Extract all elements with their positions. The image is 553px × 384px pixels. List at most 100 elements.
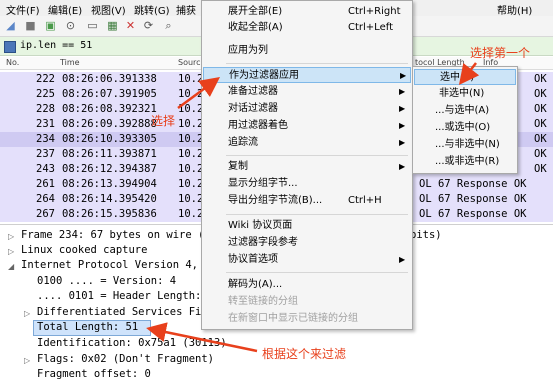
- menu-view[interactable]: 视图(V): [91, 2, 126, 17]
- packet-info: ОК: [534, 133, 547, 145]
- packet-time: 08:26:14.395420: [62, 193, 157, 205]
- menu-filter-field-reference[interactable]: 过滤器字段参考: [202, 235, 412, 251]
- detail-version[interactable]: 0100 .... = Version: 4: [37, 274, 176, 289]
- menu-show-linked-packet-new-window: 在新窗口中显示已链接的分组: [228, 313, 358, 324]
- submenu-arrow-icon: ▶: [399, 121, 406, 130]
- menu-export-packet-bytes[interactable]: 导出分组字节流(B)... Ctrl+H: [202, 193, 412, 209]
- expand-triangle-icon[interactable]: ▷: [8, 232, 14, 241]
- expand-triangle-icon[interactable]: ▷: [8, 247, 14, 256]
- submenu-or-selected[interactable]: ...或选中(O): [413, 120, 517, 136]
- packet-info: OL 67 Response OK: [419, 193, 527, 205]
- detail-frame[interactable]: Frame 234: 67 bytes on wire (: [21, 228, 204, 243]
- detail-ipv4[interactable]: Internet Protocol Version 4,: [21, 258, 198, 273]
- reload-icon[interactable]: ⟳: [142, 19, 155, 32]
- packet-source: 10.2: [178, 163, 204, 175]
- detail-fragment-offset[interactable]: Fragment offset: 0: [37, 367, 151, 382]
- annotation-filter-by-this: 根据这个来过滤: [262, 347, 347, 361]
- packet-source: 10.2: [178, 88, 204, 100]
- menu-apply-as-column[interactable]: 应用为列: [202, 43, 412, 59]
- column-header-source[interactable]: Sourc: [178, 58, 201, 67]
- stop-icon[interactable]: ■: [24, 19, 37, 32]
- detail-flags[interactable]: Flags: 0x02 (Don't Fragment): [37, 352, 214, 367]
- submenu-selected[interactable]: 选中(S): [414, 69, 516, 85]
- menu-file[interactable]: 文件(F): [6, 2, 40, 17]
- restart-icon[interactable]: ▣: [44, 19, 57, 32]
- menu-decode-as[interactable]: 解码为(A)...: [202, 277, 412, 293]
- options-icon[interactable]: ⊙: [64, 19, 77, 32]
- menu-separator: [226, 272, 408, 273]
- menu-edit[interactable]: 编辑(E): [48, 2, 82, 17]
- column-header-time[interactable]: Time: [60, 58, 80, 67]
- packet-time: 08:26:13.394904: [62, 178, 157, 190]
- packet-no: 222: [36, 73, 55, 85]
- apply-as-filter-submenu: 选中(S) 非选中(N) ...与选中(A) ...或选中(O) ...与非选中…: [412, 66, 518, 174]
- context-menu: 展开全部(E) Ctrl+Right 收起全部(A) Ctrl+Left 应用为…: [201, 0, 413, 330]
- packet-source: 10.2: [178, 133, 204, 145]
- detail-identification[interactable]: Identification: 0x75a1 (30113): [37, 336, 227, 351]
- packet-no: 228: [36, 103, 55, 115]
- menu-conversation-filter[interactable]: 对话过滤器 ▶: [202, 101, 412, 117]
- packet-source: 10.2: [178, 208, 204, 220]
- submenu-arrow-icon: ▶: [399, 162, 406, 171]
- submenu-arrow-icon: ▶: [399, 104, 406, 113]
- menu-show-packet-bytes[interactable]: 显示分组字节...: [202, 176, 412, 192]
- detail-total-length[interactable]: Total Length: 51: [37, 320, 138, 335]
- packet-time: 08:26:08.392321: [62, 103, 157, 115]
- packet-no: 231: [36, 118, 55, 130]
- packet-no: 237: [36, 148, 55, 160]
- menu-collapse-all[interactable]: 收起全部(A) Ctrl+Left: [202, 20, 412, 36]
- detail-linux-cooked[interactable]: Linux cooked capture: [21, 243, 147, 258]
- menu-follow-stream[interactable]: 追踪流 ▶: [202, 135, 412, 151]
- submenu-and-not-selected[interactable]: ...与非选中(N): [413, 137, 517, 153]
- packet-info: OL 67 Response OK: [419, 208, 527, 220]
- detail-header-length[interactable]: .... 0101 = Header Length:: [37, 289, 201, 304]
- packet-info: ОК: [534, 88, 547, 100]
- menu-protocol-preferences[interactable]: 协议首选项 ▶: [202, 252, 412, 268]
- menu-help[interactable]: 帮助(H): [497, 2, 532, 17]
- packet-source: 10.2: [178, 73, 204, 85]
- menu-capture[interactable]: 捕获: [176, 2, 196, 17]
- submenu-and-selected[interactable]: ...与选中(A): [413, 103, 517, 119]
- find-icon[interactable]: ⌕: [162, 19, 175, 32]
- submenu-arrow-icon: ▶: [399, 138, 406, 147]
- menu-expand-all[interactable]: 展开全部(E) Ctrl+Right: [202, 4, 412, 20]
- menu-prepare-filter[interactable]: 准备过滤器 ▶: [202, 84, 412, 100]
- packet-time: 08:26:12.394387: [62, 163, 157, 175]
- packet-info: ОК: [534, 163, 547, 175]
- menu-colorize-with-filter[interactable]: 用过滤器着色 ▶: [202, 118, 412, 134]
- annotation-select: 选择: [151, 114, 176, 128]
- save-file-icon[interactable]: ▦: [106, 19, 119, 32]
- expand-triangle-icon[interactable]: ▷: [24, 356, 30, 365]
- submenu-arrow-icon: ▶: [399, 255, 406, 264]
- packet-no: 261: [36, 178, 55, 190]
- packet-time: 08:26:10.393305: [62, 133, 157, 145]
- menu-separator: [226, 63, 408, 64]
- display-filter-input[interactable]: ip.len == 51: [20, 40, 92, 51]
- menu-wiki-protocol-page[interactable]: Wiki 协议页面: [202, 218, 412, 234]
- shark-fin-icon[interactable]: ◢: [4, 19, 17, 32]
- menu-copy[interactable]: 复制 ▶: [202, 159, 412, 175]
- packet-info: ОК: [534, 118, 547, 130]
- column-header-no[interactable]: No.: [6, 58, 19, 67]
- bookmark-icon[interactable]: [4, 41, 16, 53]
- packet-time: 08:26:09.392888: [62, 118, 157, 130]
- packet-time: 08:26:07.391905: [62, 88, 157, 100]
- submenu-not-selected[interactable]: 非选中(N): [413, 86, 517, 102]
- menu-apply-as-filter[interactable]: 作为过滤器应用 ▶: [203, 67, 411, 83]
- menu-go[interactable]: 跳转(G): [134, 2, 170, 17]
- open-file-icon[interactable]: ▭: [86, 19, 99, 32]
- packet-no: 225: [36, 88, 55, 100]
- menu-separator: [226, 155, 408, 156]
- expand-triangle-icon[interactable]: ▷: [24, 309, 30, 318]
- packet-time: 08:26:11.393871: [62, 148, 157, 160]
- packet-info: ОК: [534, 148, 547, 160]
- packet-no: 267: [36, 208, 55, 220]
- collapse-triangle-icon[interactable]: ◢: [8, 262, 14, 271]
- packet-time: 08:26:15.395836: [62, 208, 157, 220]
- detail-dsf[interactable]: Differentiated Services Fie: [37, 305, 208, 320]
- submenu-or-not-selected[interactable]: ...或非选中(R): [413, 154, 517, 170]
- packet-source: 10.2: [178, 193, 204, 205]
- submenu-arrow-icon: ▶: [399, 87, 406, 96]
- close-file-icon[interactable]: ✕: [124, 19, 137, 32]
- menu-separator: [226, 214, 408, 215]
